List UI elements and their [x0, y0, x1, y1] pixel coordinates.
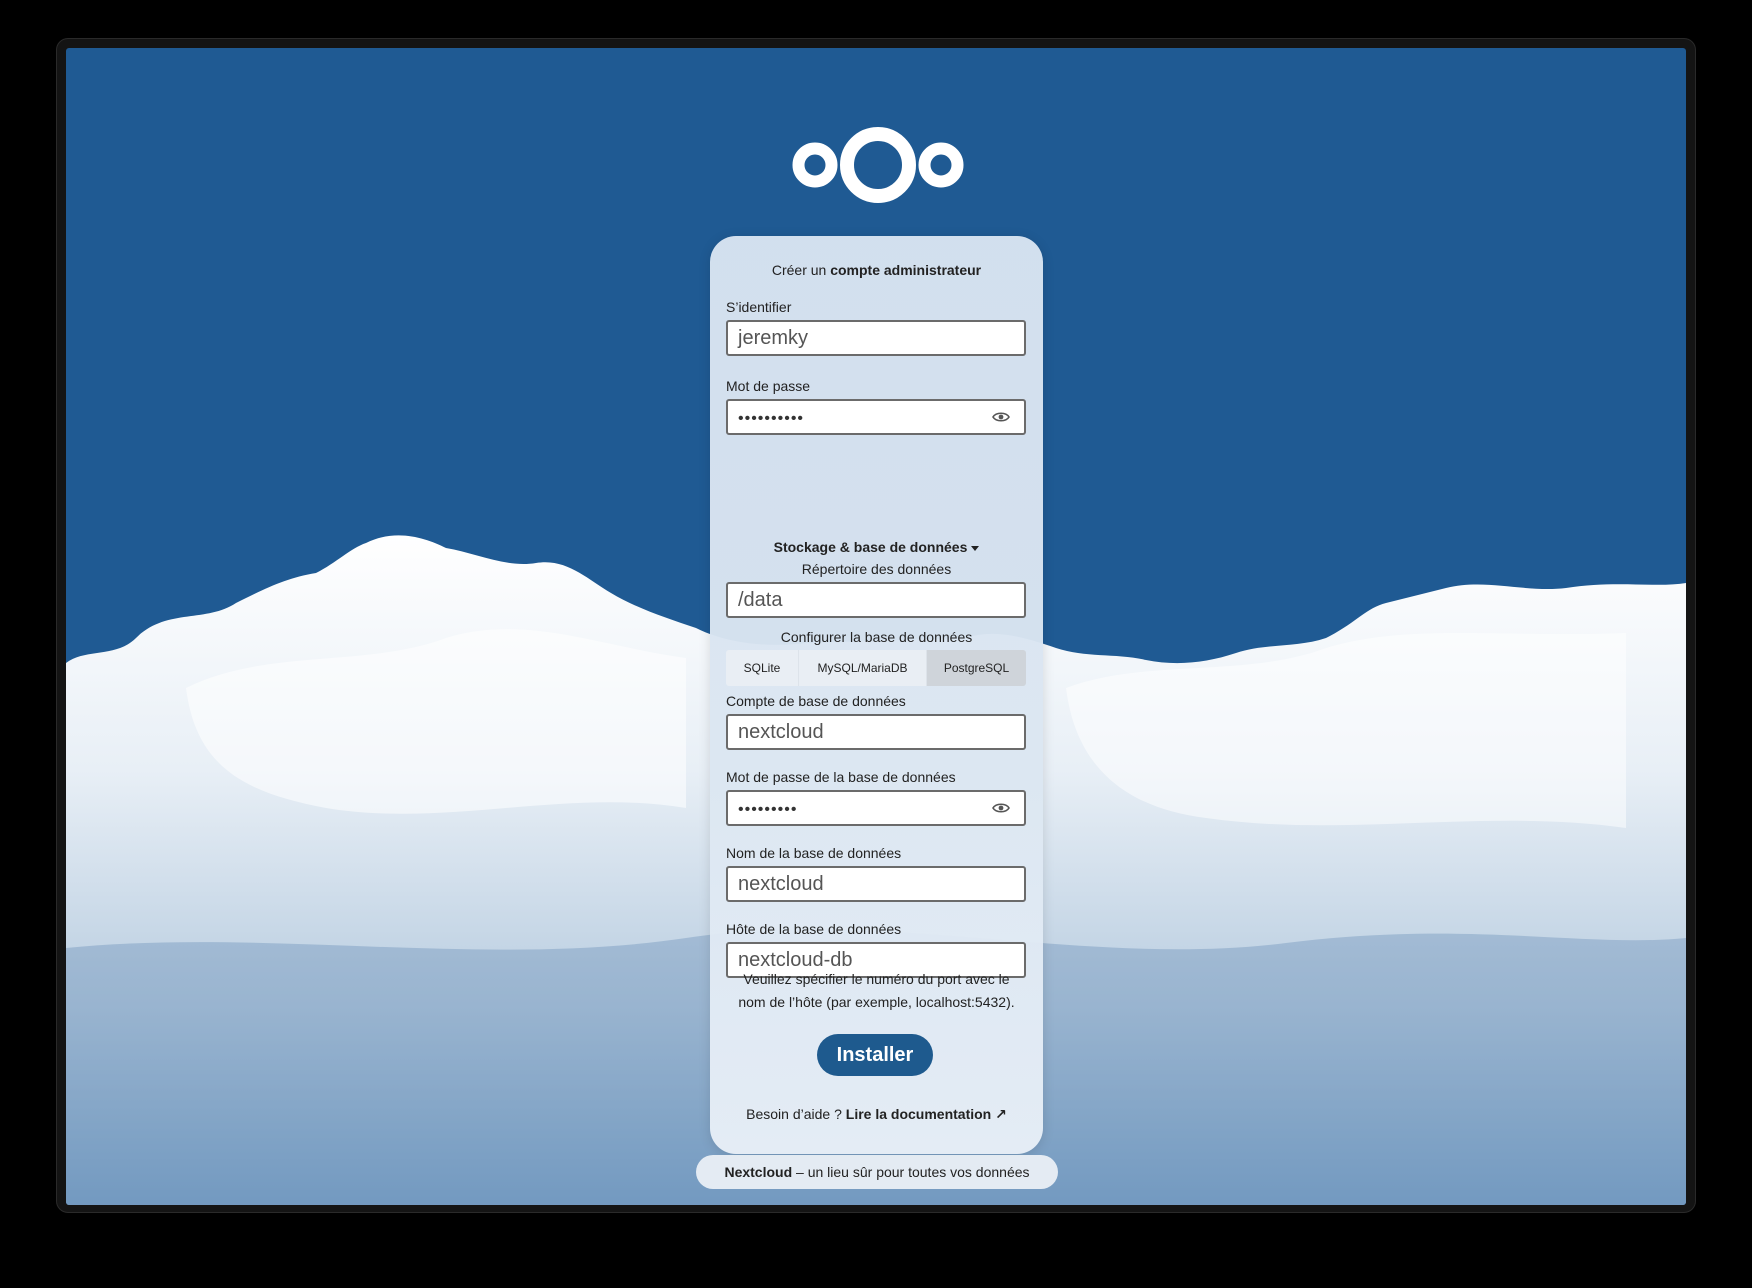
data-dir-label: Répertoire des données [801, 561, 952, 577]
install-button[interactable]: Installer [817, 1034, 933, 1076]
password-label: Mot de passe [726, 378, 811, 394]
hint-line-1: Veuillez spécifier le numéro du port ave… [743, 971, 1010, 987]
help-line: Besoin d’aide ? Lire la documentation ↗ [710, 1106, 1043, 1123]
port-hint: Veuillez spécifier le numéro du port ave… [720, 968, 1033, 1014]
db-user-input[interactable]: nextcloud [726, 714, 1026, 750]
db-option-sqlite[interactable]: SQLite [726, 650, 798, 686]
db-host-label: Hôte de la base de données [726, 921, 902, 937]
card-heading: Créer un compte administrateur [710, 262, 1043, 278]
db-config-label: Configurer la base de données [780, 629, 973, 645]
heading-prefix: Créer un [771, 262, 827, 278]
heading-bold: compte administrateur [830, 262, 982, 278]
caret-down-icon [971, 545, 980, 551]
setup-card: Créer un compte administrateur S’identif… [710, 236, 1043, 1154]
db-password-label: Mot de passe de la base de données [726, 769, 956, 785]
footer-brand: Nextcloud [724, 1164, 793, 1180]
setup-page: Créer un compte administrateur S’identif… [66, 48, 1686, 1205]
help-prefix: Besoin d’aide ? [746, 1106, 842, 1122]
eye-icon[interactable] [992, 410, 1010, 424]
footer-text: – un lieu sûr pour toutes vos données [796, 1164, 1030, 1180]
data-dir-input[interactable]: /data [726, 582, 1026, 618]
documentation-link[interactable]: Lire la documentation ↗ [846, 1106, 1007, 1122]
hint-line-2: nom de l’hôte (par exemple, localhost:54… [738, 994, 1015, 1010]
storage-toggle[interactable]: Stockage & base de données [710, 539, 1043, 555]
footer-tagline: Nextcloud – un lieu sûr pour toutes vos … [696, 1155, 1058, 1189]
db-user-label: Compte de base de données [726, 693, 906, 709]
nextcloud-logo [792, 127, 964, 203]
db-option-mysql[interactable]: MySQL/MariaDB [798, 650, 926, 686]
password-value: •••••••••• [738, 410, 805, 427]
db-name-input[interactable]: nextcloud [726, 866, 1026, 902]
eye-icon[interactable] [992, 801, 1010, 815]
username-label: S’identifier [726, 299, 792, 315]
db-type-selector: SQLite MySQL/MariaDB PostgreSQL [726, 650, 1026, 686]
password-input[interactable]: •••••••••• [726, 399, 1026, 435]
db-password-input[interactable]: ••••••••• [726, 790, 1026, 826]
db-name-label: Nom de la base de données [726, 845, 902, 861]
username-input[interactable]: jeremky [726, 320, 1026, 356]
storage-title: Stockage & base de données [773, 539, 968, 555]
db-password-value: ••••••••• [738, 801, 798, 818]
db-option-postgresql[interactable]: PostgreSQL [926, 650, 1026, 686]
